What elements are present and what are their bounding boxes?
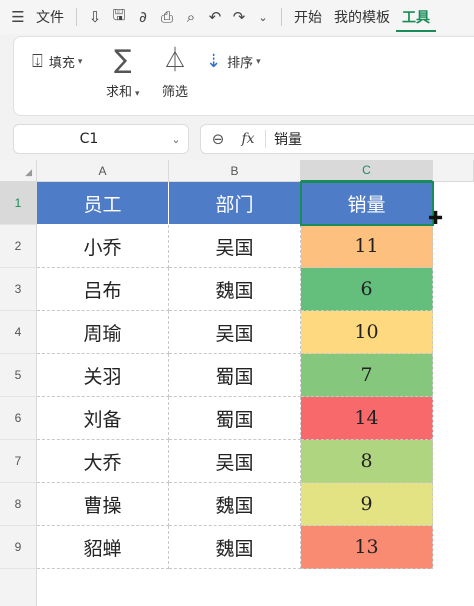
menu-divider xyxy=(76,8,77,26)
formula-bar[interactable]: ⊖ fx 销量 xyxy=(200,124,474,154)
formula-input[interactable]: 销量 xyxy=(274,129,302,149)
column-header-b[interactable]: B xyxy=(169,160,301,182)
chevron-down-icon[interactable]: ⌄ xyxy=(164,133,188,146)
row-header-4[interactable]: 4 xyxy=(0,311,37,354)
menu-divider xyxy=(281,8,282,26)
filter-button[interactable]: ⏃ 筛选 xyxy=(162,45,188,100)
cell-staff[interactable]: 周瑜 xyxy=(37,311,169,354)
cell-staff[interactable]: 刘备 xyxy=(37,397,169,440)
menu-bar: ☰ 文件 ⇩ 🖫 ∂ ⎙ ⌕ ↶ ↷ ⌄ 开始 我的模板 工具 xyxy=(0,0,474,34)
undo-icon[interactable]: ↶ xyxy=(203,0,227,34)
cell-sales[interactable]: 13 xyxy=(301,526,433,569)
cell-staff[interactable]: 小乔 xyxy=(37,225,169,268)
chevron-down-icon: ▾ xyxy=(77,56,83,67)
cell-dept[interactable]: 魏国 xyxy=(169,268,301,311)
cell-sales[interactable]: 7 xyxy=(301,354,433,397)
more-icon[interactable]: ⌄ xyxy=(251,0,275,34)
cell-sales[interactable]: 14 xyxy=(301,397,433,440)
name-box[interactable]: C1 ⌄ xyxy=(13,124,189,154)
cell-dept[interactable]: 魏国 xyxy=(169,526,301,569)
sigma-icon: ∑ xyxy=(114,45,132,75)
redo-icon[interactable]: ↷ xyxy=(227,0,251,34)
row-header-5[interactable]: 5 xyxy=(0,354,37,397)
cell-staff[interactable]: 曹操 xyxy=(37,483,169,526)
name-box-value: C1 xyxy=(79,131,99,147)
tab-tools[interactable]: 工具 xyxy=(396,2,436,32)
row-header-empty xyxy=(0,569,37,606)
cross-cursor-icon: ✚ xyxy=(428,208,444,229)
sum-button[interactable]: ∑ 求和 ▾ xyxy=(106,45,140,100)
cell-staff[interactable]: 吕布 xyxy=(37,268,169,311)
row-header-8[interactable]: 8 xyxy=(0,483,37,526)
sort-icon: ⇣ xyxy=(206,51,222,72)
cell-dept[interactable]: 魏国 xyxy=(169,483,301,526)
zoom-icon[interactable]: ⊖ xyxy=(201,130,235,148)
column-header-d[interactable] xyxy=(433,160,474,182)
function-icon[interactable]: fx xyxy=(235,131,261,147)
cell-sales[interactable]: 6 xyxy=(301,268,433,311)
row-header-9[interactable]: 9 xyxy=(0,526,37,569)
row-header-7[interactable]: 7 xyxy=(0,440,37,483)
hamburger-icon[interactable]: ☰ xyxy=(6,0,30,34)
column-header-c[interactable]: C xyxy=(301,160,433,182)
header-cell-dept[interactable]: 部门 xyxy=(169,182,301,225)
fill-label: 填充 xyxy=(48,56,75,71)
row-header-2[interactable]: 2 xyxy=(0,225,37,268)
column-header-a[interactable]: A xyxy=(37,160,169,182)
chevron-down-icon: ▾ xyxy=(135,89,140,99)
sort-label: 排序 xyxy=(227,56,254,71)
format-painter-icon[interactable]: ⇩ xyxy=(83,0,107,34)
cell-staff[interactable]: 貂蝉 xyxy=(37,526,169,569)
cell-dept[interactable]: 吴国 xyxy=(169,311,301,354)
cell-staff[interactable]: 关羽 xyxy=(37,354,169,397)
fill-icon: ⍗ xyxy=(32,51,43,72)
sort-button[interactable]: ⇣ 排序 ▾ xyxy=(206,51,261,72)
ribbon-panel: ⍗ 填充 ▾ ∑ 求和 ▾ ⏃ 筛选 ⇣ 排序 ▾ xyxy=(13,36,474,116)
fill-button[interactable]: ⍗ 填充 ▾ xyxy=(32,51,82,72)
row-header-1[interactable]: 1 xyxy=(0,182,37,225)
row-header-6[interactable]: 6 xyxy=(0,397,37,440)
sum-label: 求和 xyxy=(106,85,133,100)
select-all-corner[interactable]: ◢ xyxy=(0,160,37,182)
row-header-3[interactable]: 3 xyxy=(0,268,37,311)
formula-divider xyxy=(265,130,266,148)
tab-my-templates[interactable]: 我的模板 xyxy=(328,0,396,34)
funnel-icon: ⏃ xyxy=(163,46,187,74)
cell-dept[interactable]: 吴国 xyxy=(169,225,301,268)
spreadsheet-grid[interactable]: ◢ A B C 1 员工 部门 销量 2 小乔 吴国 11 3 吕布 魏国 6 4 周瑜 吴国 10 5 关羽 蜀国… xyxy=(0,160,474,606)
cell-sales[interactable]: 11 xyxy=(301,225,433,268)
find-icon[interactable]: ⌕ xyxy=(179,0,203,34)
cell-dept[interactable]: 蜀国 xyxy=(169,354,301,397)
header-cell-staff[interactable]: 员工 xyxy=(37,182,169,225)
save-icon[interactable]: 🖫 xyxy=(107,0,131,34)
tab-home[interactable]: 开始 xyxy=(288,0,328,34)
filter-label: 筛选 xyxy=(162,85,189,100)
cell-dept[interactable]: 蜀国 xyxy=(169,397,301,440)
header-cell-sales[interactable]: 销量 xyxy=(301,182,433,225)
cell-sales[interactable]: 10 xyxy=(301,311,433,354)
cell-sales[interactable]: 9 xyxy=(301,483,433,526)
cell-dept[interactable]: 吴国 xyxy=(169,440,301,483)
cell-sales[interactable]: 8 xyxy=(301,440,433,483)
file-menu[interactable]: 文件 xyxy=(30,0,70,34)
link-icon[interactable]: ∂ xyxy=(131,0,155,34)
print-preview-icon[interactable]: ⎙ xyxy=(155,0,179,34)
cell-staff[interactable]: 大乔 xyxy=(37,440,169,483)
chevron-down-icon: ▾ xyxy=(256,56,261,67)
sum-label-wrap: 求和 ▾ xyxy=(106,81,140,100)
